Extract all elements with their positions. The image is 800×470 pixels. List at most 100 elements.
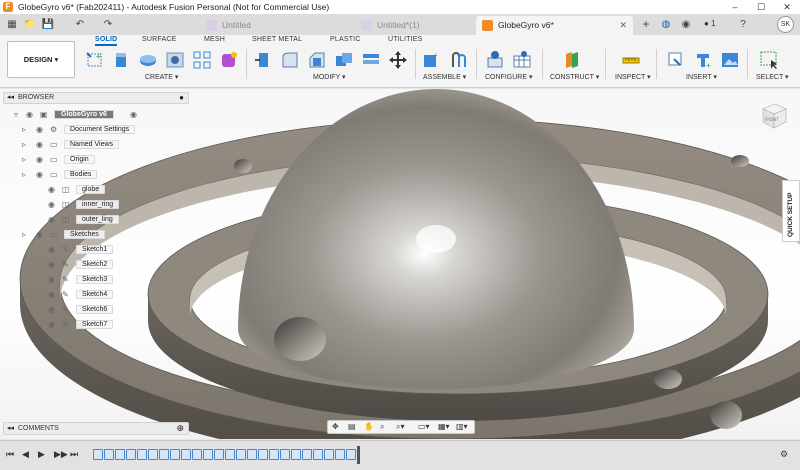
eye-icon[interactable]: ◉: [36, 124, 43, 136]
pattern-icon[interactable]: [192, 50, 212, 70]
tree-item[interactable]: ▹ ◉ ⚙ Document Settings: [22, 124, 136, 136]
fit-icon[interactable]: ⌕▾: [396, 422, 405, 432]
timeline-feature[interactable]: [203, 449, 213, 460]
avatar[interactable]: SK: [777, 16, 794, 33]
timeline-feature[interactable]: [291, 449, 301, 460]
insert-canvas-icon[interactable]: [720, 50, 740, 70]
eye-icon[interactable]: ◉: [36, 169, 43, 181]
eye-icon[interactable]: ◉: [36, 154, 43, 166]
insert-menu[interactable]: INSERT ▾: [686, 73, 717, 81]
tab-untitled[interactable]: Untitled: [200, 16, 348, 35]
viewports-icon[interactable]: ▥▾: [456, 422, 468, 431]
eye-icon[interactable]: ◉: [48, 244, 55, 256]
tab-untitled-1[interactable]: Untitled*(1): [355, 16, 467, 35]
tree-root[interactable]: ▿ ◉ ▣ GlobeGyro v6 ◉: [14, 109, 137, 121]
tree-item[interactable]: ◉ ◫ outer_ling: [36, 214, 119, 226]
notification-badge[interactable]: ● 1: [704, 17, 716, 31]
chamfer-icon[interactable]: [307, 50, 327, 70]
close-tab-icon[interactable]: ✕: [619, 16, 627, 35]
timeline-feature[interactable]: [346, 449, 356, 460]
move-icon[interactable]: [388, 50, 408, 70]
hole-icon[interactable]: [165, 50, 185, 70]
press-pull-icon[interactable]: [253, 50, 273, 70]
eye-icon[interactable]: ◉: [26, 109, 33, 121]
comments-panel[interactable]: ◂◂ COMMENTS ⊕: [3, 422, 189, 435]
expand-arrow-icon[interactable]: ▹: [22, 169, 26, 181]
extensions-icon[interactable]: ◍: [658, 17, 674, 32]
timeline-feature[interactable]: [302, 449, 312, 460]
expand-arrow-icon[interactable]: ▹: [22, 154, 26, 166]
timeline-feature[interactable]: [324, 449, 334, 460]
maximize-button[interactable]: ☐: [748, 0, 774, 14]
tab-globegyro[interactable]: GlobeGyro v6* ✕: [476, 16, 633, 35]
orbit-icon[interactable]: ✥: [332, 422, 339, 431]
tree-item[interactable]: ◉ ◫ inner_ring: [36, 199, 120, 211]
redo-icon[interactable]: ↷: [100, 17, 116, 32]
timeline-feature[interactable]: [247, 449, 257, 460]
select-icon[interactable]: [759, 50, 779, 70]
eye-icon[interactable]: ◉: [48, 304, 55, 316]
timeline-feature[interactable]: [192, 449, 202, 460]
tree-item[interactable]: ◉ ✎ Sketch4: [36, 289, 114, 301]
tab-utilities[interactable]: UTILITIES: [388, 36, 422, 43]
step-back-icon[interactable]: ◀: [22, 449, 29, 460]
expand-arrow-icon[interactable]: ▹: [22, 139, 26, 151]
timeline-settings-icon[interactable]: ⚙: [780, 449, 788, 460]
collapse-arrows-icon[interactable]: ◂◂: [7, 93, 14, 101]
measure-icon[interactable]: [621, 50, 641, 70]
workspace-selector[interactable]: DESIGN ▾: [7, 41, 75, 78]
minimize-button[interactable]: –: [722, 0, 748, 14]
tab-surface[interactable]: SURFACE: [142, 36, 176, 43]
tree-item[interactable]: ◉ ✎ Sketch2: [36, 259, 114, 271]
offset-plane-icon[interactable]: [562, 50, 582, 70]
timeline-feature[interactable]: [159, 449, 169, 460]
timeline-feature[interactable]: [115, 449, 125, 460]
tree-item[interactable]: ▹ ◉ ▭ Named Views: [22, 139, 120, 151]
tree-item[interactable]: ◉ ✎ Sketch6: [36, 304, 114, 316]
go-to-end-icon[interactable]: ⏭: [70, 449, 78, 460]
help-icon[interactable]: ?: [735, 17, 751, 32]
tree-item[interactable]: ◉ ◫ globe: [36, 184, 106, 196]
tree-item[interactable]: ◉ ✎ Sketch7: [36, 319, 114, 331]
modify-menu[interactable]: MODIFY ▾: [313, 73, 346, 81]
tree-item[interactable]: ▹ ◉ ▭ Bodies: [22, 169, 98, 181]
timeline-feature[interactable]: [269, 449, 279, 460]
timeline-feature[interactable]: [258, 449, 268, 460]
assemble-menu[interactable]: ASSEMBLE ▾: [423, 73, 466, 81]
create-sketch-icon[interactable]: +: [85, 50, 105, 70]
configure-menu[interactable]: CONFIGURE ▾: [485, 73, 532, 81]
collapse-arrow-icon[interactable]: ▿: [14, 109, 18, 121]
timeline-feature[interactable]: [214, 449, 224, 460]
tab-mesh[interactable]: MESH: [204, 36, 225, 43]
display-settings-icon[interactable]: ▭▾: [418, 422, 430, 431]
eye-icon[interactable]: ◉: [48, 214, 55, 226]
viewcube[interactable]: FRONT: [757, 99, 789, 131]
revolve-icon[interactable]: [138, 50, 158, 70]
activate-radio-icon[interactable]: ◉: [130, 109, 137, 121]
go-to-start-icon[interactable]: ⏮: [6, 449, 14, 460]
timeline-feature[interactable]: [280, 449, 290, 460]
timeline-feature[interactable]: [313, 449, 323, 460]
inspect-menu[interactable]: INSPECT ▾: [615, 73, 651, 81]
timeline-feature[interactable]: [181, 449, 191, 460]
select-menu[interactable]: SELECT ▾: [756, 73, 789, 81]
shell-icon[interactable]: [361, 50, 381, 70]
eye-icon[interactable]: ◉: [48, 319, 55, 331]
timeline-feature[interactable]: [137, 449, 147, 460]
close-window-button[interactable]: ✕: [774, 0, 800, 14]
timeline-feature[interactable]: [335, 449, 345, 460]
canvas-viewport[interactable]: [0, 89, 800, 439]
extrude-icon[interactable]: [111, 50, 131, 70]
eye-icon[interactable]: ◉: [48, 199, 55, 211]
quick-setup-panel[interactable]: QUICK SETUP: [782, 180, 800, 242]
configure-icon[interactable]: [486, 50, 506, 70]
browser-minimize-icon[interactable]: ●: [179, 93, 184, 102]
timeline-feature[interactable]: [225, 449, 235, 460]
look-at-icon[interactable]: ▤: [348, 422, 356, 431]
tree-item[interactable]: ◉ ✎ Sketch3: [36, 274, 114, 286]
pan-icon[interactable]: ✋: [364, 422, 374, 431]
timeline-feature[interactable]: [170, 449, 180, 460]
tab-solid[interactable]: SOLID: [95, 36, 118, 46]
expand-arrow-icon[interactable]: ▹: [22, 229, 26, 241]
construct-menu[interactable]: CONSTRUCT ▾: [550, 73, 599, 81]
